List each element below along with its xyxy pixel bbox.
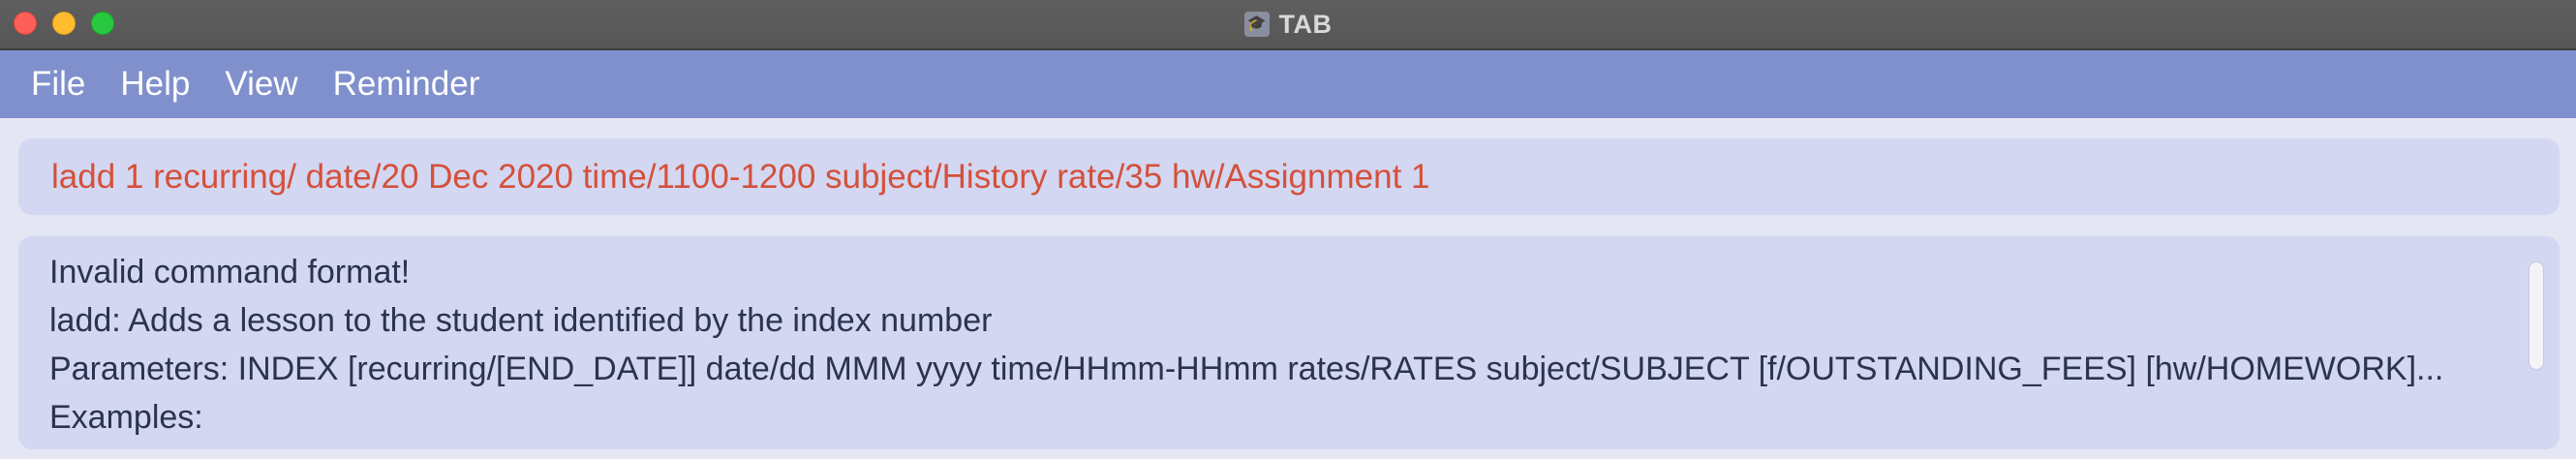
menu-help[interactable]: Help [103, 50, 207, 118]
result-display: Invalid command format! ladd: Adds a les… [18, 236, 2560, 449]
menu-view[interactable]: View [207, 50, 315, 118]
window-title: TAB [1278, 9, 1333, 39]
graduation-cap-icon: 🎓 [1243, 12, 1270, 37]
menu-file[interactable]: File [14, 50, 103, 118]
result-scrollbar[interactable] [2529, 261, 2544, 370]
command-input[interactable]: ladd 1 recurring/ date/20 Dec 2020 time/… [51, 158, 1429, 197]
result-line-error: Invalid command format! [49, 254, 411, 291]
command-input-box[interactable]: ladd 1 recurring/ date/20 Dec 2020 time/… [18, 138, 2560, 215]
menu-reminder[interactable]: Reminder [316, 50, 498, 118]
title-bar[interactable]: 🎓 TAB [0, 0, 2576, 50]
result-line-examples: Examples: [49, 399, 203, 436]
result-line-usage: ladd: Adds a lesson to the student ident… [49, 302, 993, 339]
title-group: 🎓 TAB [0, 0, 2576, 48]
result-line-parameters: Parameters: INDEX [recurring/[END_DATE]]… [49, 351, 2444, 387]
menu-bar: File Help View Reminder [0, 50, 2576, 118]
app-window: 🎓 TAB File Help View Reminder ladd 1 rec… [0, 0, 2576, 459]
